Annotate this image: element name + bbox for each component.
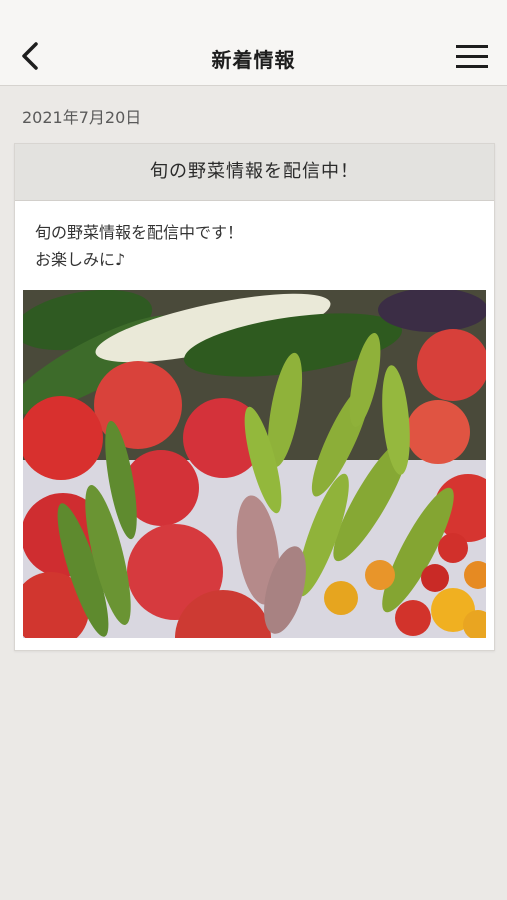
post-date: 2021年7月20日 <box>22 108 142 127</box>
news-card: 旬の野菜情報を配信中！ 旬の野菜情報を配信中です！ お楽しみに♪ <box>14 143 495 651</box>
app-header: 新着情報 <box>0 0 507 86</box>
hamburger-menu-icon <box>456 45 488 68</box>
page-title: 新着情報 <box>211 48 296 72</box>
card-title: 旬の野菜情報を配信中！ <box>15 144 494 201</box>
card-body: 旬の野菜情報を配信中です！ お楽しみに♪ <box>15 201 494 273</box>
vegetables-photo <box>23 290 486 638</box>
menu-button[interactable] <box>455 42 489 70</box>
body-text-line1: 旬の野菜情報を配信中です！ <box>35 223 244 242</box>
body-text-line2: お楽しみに♪ <box>35 250 126 269</box>
